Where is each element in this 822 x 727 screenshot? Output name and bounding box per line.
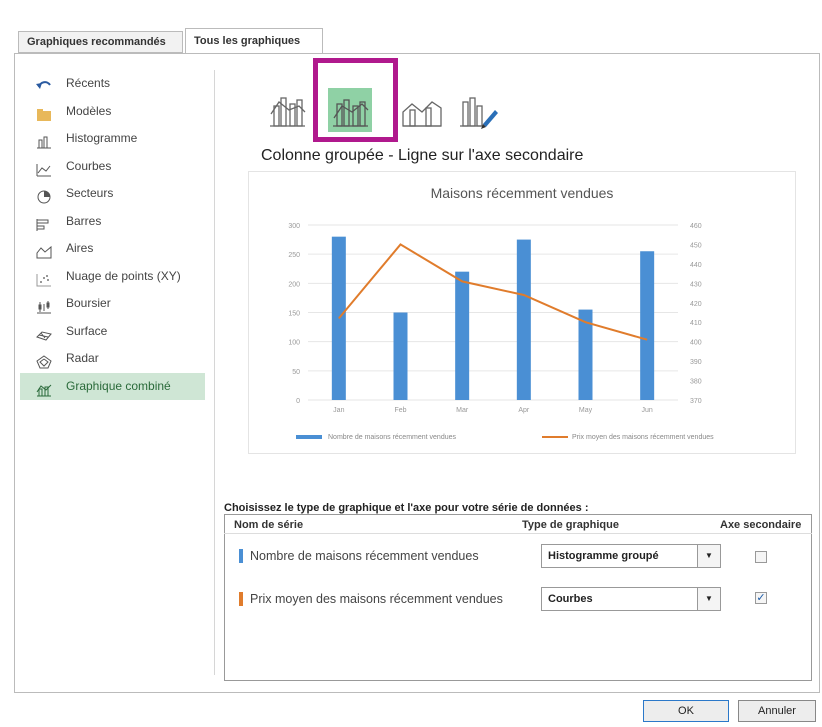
chart-type-item[interactable]: Graphique combiné <box>20 372 205 400</box>
bar <box>516 239 531 400</box>
surface-chart-icon <box>36 325 52 341</box>
chart-type-select-1[interactable]: Histogramme groupé ▼ <box>541 544 721 568</box>
series-name-1: Nombre de maisons récemment vendues <box>250 549 479 563</box>
chevron-down-icon[interactable]: ▼ <box>697 588 720 610</box>
radar-chart-icon <box>36 352 52 369</box>
tab-all-charts[interactable]: Tous les graphiques <box>185 28 323 53</box>
legend-swatch-bars <box>296 435 322 439</box>
pie-chart-icon <box>36 187 52 204</box>
y-tick-label: 200 <box>288 281 300 288</box>
y-tick-label: 0 <box>296 398 300 405</box>
y2-tick-label: 450 <box>690 242 702 249</box>
bar <box>455 271 470 400</box>
chart-type-label: Graphique combiné <box>66 378 171 393</box>
chart-type-item[interactable]: Barres <box>20 208 205 236</box>
y2-tick-label: 430 <box>690 281 702 288</box>
selected-subtype-highlight <box>313 58 398 142</box>
x-tick-label: Feb <box>394 407 406 414</box>
chart-type-label: Barres <box>66 213 102 228</box>
chart-type-label: Surface <box>66 323 108 338</box>
y2-tick-label: 460 <box>690 223 702 230</box>
chart-type-item[interactable]: Récents <box>20 70 205 98</box>
ok-button[interactable]: OK <box>643 700 729 722</box>
subtype-title: Colonne groupée - Ligne sur l'axe second… <box>261 147 584 164</box>
folder-icon <box>36 105 52 121</box>
undo-arrow-icon <box>36 77 52 91</box>
combo-chart-icon <box>36 380 52 396</box>
x-tick-label: Jun <box>642 407 653 414</box>
divider <box>214 70 215 675</box>
custom-combination-subtype-icon[interactable] <box>455 88 499 132</box>
header-chart-type: Type de graphique <box>522 519 619 531</box>
y2-tick-label: 370 <box>690 398 702 405</box>
chevron-down-icon[interactable]: ▼ <box>697 545 720 567</box>
x-tick-label: Jan <box>333 407 344 414</box>
series-line <box>338 243 648 341</box>
y-tick-label: 100 <box>288 340 300 347</box>
chart-type-select-value: Histogramme groupé <box>548 550 659 562</box>
chart-type-item[interactable]: Nuage de points (XY) <box>20 263 205 291</box>
series-name-2: Prix moyen des maisons récemment vendues <box>250 592 503 606</box>
secondary-axis-checkbox-2[interactable]: ✓ <box>755 592 767 604</box>
chart-type-select-2[interactable]: Courbes ▼ <box>541 587 721 611</box>
column-chart-icon <box>36 132 52 149</box>
y2-tick-label: 420 <box>690 301 702 308</box>
chart-type-item[interactable]: Courbes <box>20 153 205 181</box>
stock-chart-icon <box>36 297 52 314</box>
chart-type-item[interactable]: Histogramme <box>20 125 205 153</box>
y-tick-label: 250 <box>288 252 300 259</box>
bar <box>393 312 408 400</box>
chart-type-item[interactable]: Surface <box>20 318 205 346</box>
change-chart-type-dialog: Graphiques recommandés Tous les graphiqu… <box>0 0 822 727</box>
y2-tick-label: 400 <box>690 340 702 347</box>
series-caption: Choisissez le type de graphique et l'axe… <box>224 502 589 514</box>
chart-type-label: Radar <box>66 351 99 365</box>
chart-type-label: Secteurs <box>66 186 114 200</box>
scatter-chart-icon <box>36 270 52 286</box>
y2-tick-label: 380 <box>690 379 702 386</box>
y-tick-label: 150 <box>288 311 300 318</box>
x-tick-label: Mar <box>456 407 469 414</box>
tab-bar: Graphiques recommandés Tous les graphiqu… <box>0 28 822 54</box>
y2-tick-label: 410 <box>690 320 702 327</box>
chart-type-item[interactable]: Secteurs <box>20 180 205 208</box>
secondary-axis-checkbox-1[interactable] <box>755 551 767 563</box>
bar <box>640 251 655 400</box>
tab-recommended-charts[interactable]: Graphiques recommandés <box>18 31 183 53</box>
chart-type-item[interactable]: Modèles <box>20 98 205 126</box>
y-tick-label: 300 <box>288 223 300 230</box>
chart-type-label: Modèles <box>66 103 112 118</box>
line-chart-icon <box>36 160 52 176</box>
chart-plot: 0 50 100 150 200 250 300 370 380 390 400 410 420 430 4… <box>288 223 714 441</box>
y2-tick-label: 390 <box>690 359 702 366</box>
area-chart-icon <box>36 242 52 259</box>
chart-type-item[interactable]: Aires <box>20 235 205 263</box>
cancel-button[interactable]: Annuler <box>738 700 816 722</box>
chart-type-label: Récents <box>66 76 111 90</box>
legend-label-bars: Nombre de maisons récemment vendues <box>328 434 457 441</box>
chart-type-item[interactable]: Boursier <box>20 290 205 318</box>
header-secondary-axis: Axe secondaire <box>720 519 802 531</box>
chart-type-label: Aires <box>66 241 94 255</box>
chart-type-label: Nuage de points (XY) <box>66 268 181 283</box>
chart-type-item[interactable]: Radar <box>20 345 205 373</box>
series-color-swatch <box>239 549 243 563</box>
stacked-area-column-subtype-icon[interactable] <box>400 88 444 132</box>
chart-type-label: Histogramme <box>66 131 138 145</box>
y-tick-label: 50 <box>292 369 300 376</box>
header-series-name: Nom de série <box>234 519 304 531</box>
chart-type-label: Boursier <box>66 296 111 310</box>
chart-type-label: Courbes <box>66 158 112 173</box>
legend-label-line: Prix moyen des maisons récemment vendues <box>572 434 714 441</box>
x-tick-label: Apr <box>518 407 530 414</box>
chart-type-list: Récents Modèles Histogramme Courbes Secteurs… <box>20 70 205 400</box>
x-tick-label: May <box>579 407 593 414</box>
chart-type-select-value: Courbes <box>548 593 593 605</box>
clustered-column-line-subtype-icon[interactable] <box>265 88 309 132</box>
header-divider <box>224 533 812 534</box>
bar-chart-icon <box>36 215 52 231</box>
y2-tick-label: 440 <box>690 262 702 269</box>
series-color-swatch <box>239 592 243 606</box>
